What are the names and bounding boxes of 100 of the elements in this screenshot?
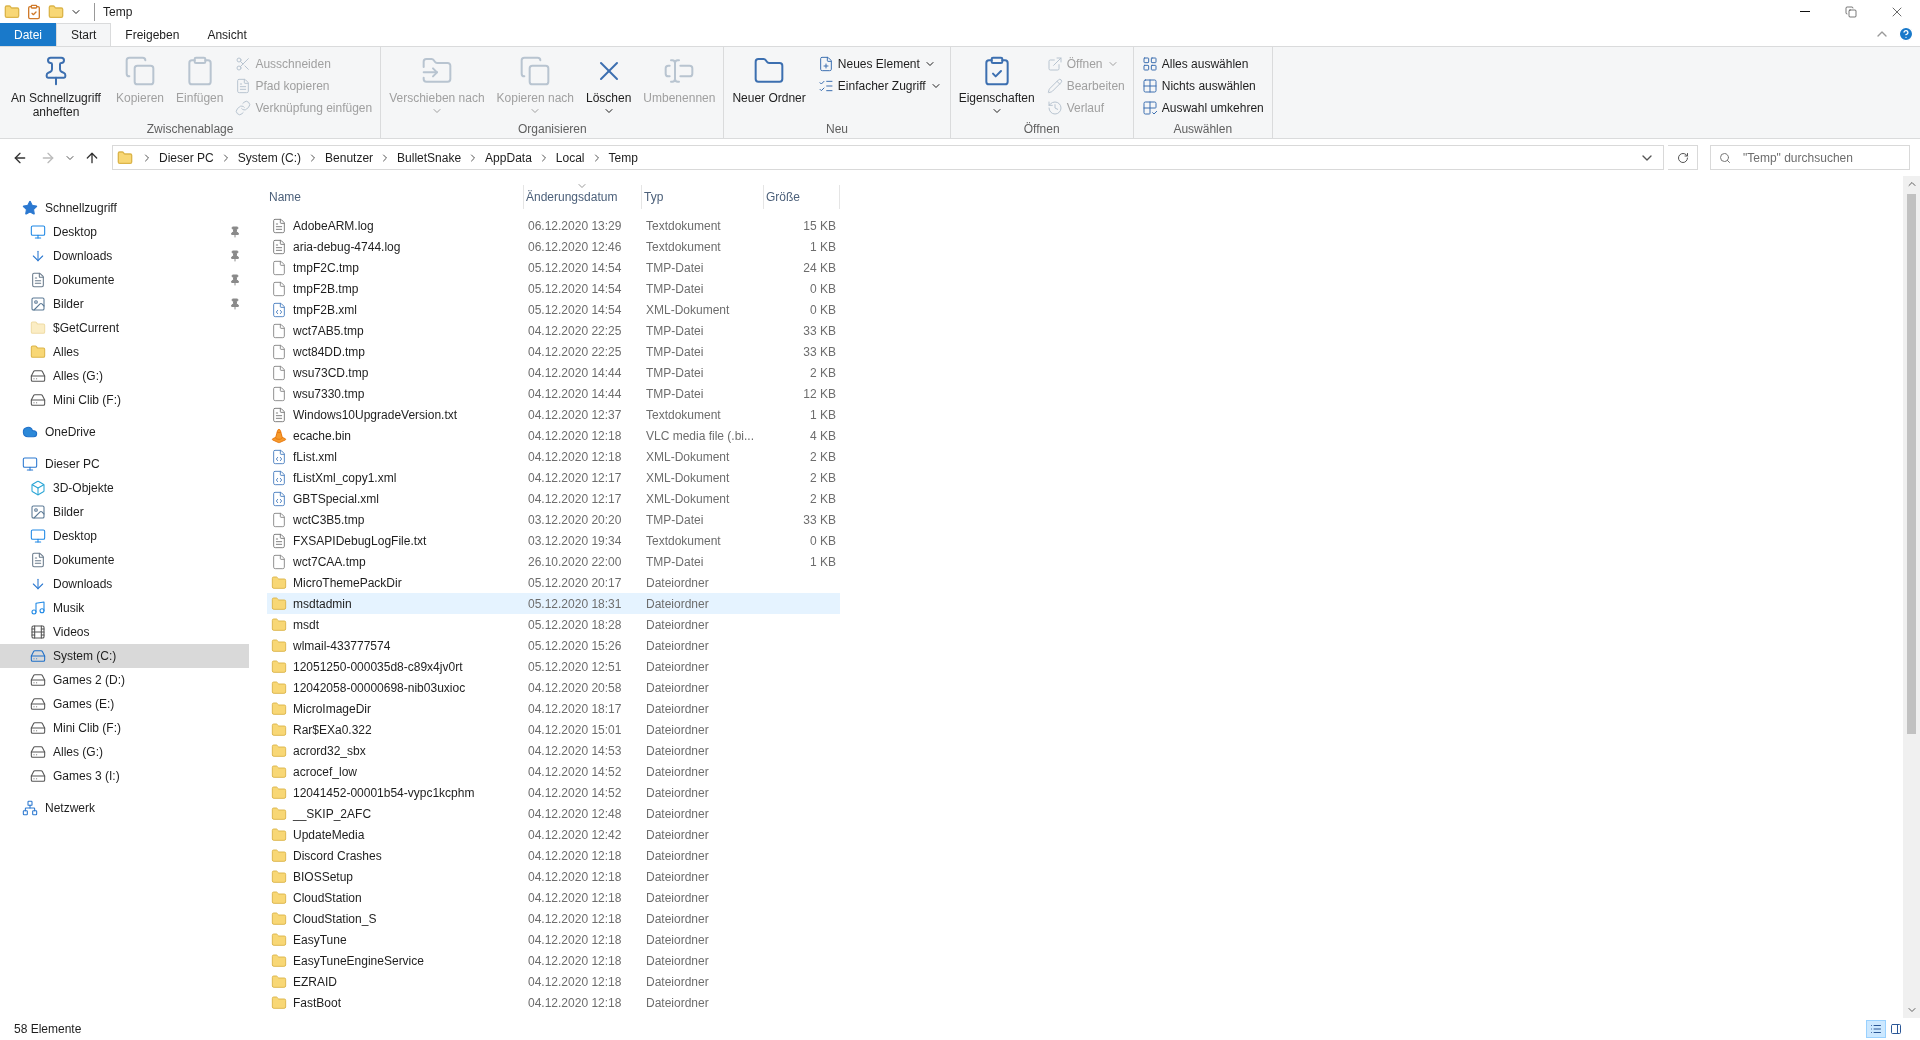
file-row[interactable]: Discord Crashes 04.12.2020 12:18 Dateiordner	[267, 845, 840, 866]
music-note-icon	[30, 600, 46, 616]
file-row[interactable]: EasyTune 04.12.2020 12:18 Dateiordner	[267, 929, 840, 950]
ribbon-button[interactable]: Löschen	[582, 51, 636, 117]
file-row[interactable]: msdt 05.12.2020 18:28 Dateiordner	[267, 614, 840, 635]
file-row[interactable]: 12051250-000035d8-c89x4jv0rt 05.12.2020 12:51 Dateiordner	[267, 656, 840, 677]
file-row[interactable]: wct7CAA.tmp 26.10.2020 22:00 TMP-Datei 1 KB	[267, 551, 840, 572]
ribbon-tab[interactable]: Ansicht	[193, 23, 261, 46]
tree-item[interactable]: Alles (G:)	[0, 740, 249, 764]
ribbon-button[interactable]: Eigenschaften	[954, 51, 1039, 117]
breadcrumb[interactable]: System (C:)	[235, 148, 304, 167]
file-row[interactable]: UpdateMedia 04.12.2020 12:42 Dateiordner	[267, 824, 840, 845]
ribbon-button[interactable]: Einfacher Zugriff	[813, 75, 946, 97]
breadcrumb[interactable]: Temp	[606, 148, 640, 167]
tree-item[interactable]: Games 3 (I:)	[0, 764, 249, 788]
file-row[interactable]: tmpF2B.xml 05.12.2020 14:54 XML-Dokument 0 KB	[267, 299, 840, 320]
file-row[interactable]: FXSAPIDebugLogFile.txt 03.12.2020 19:34 Textdokument 0 KB	[267, 530, 840, 551]
file-row[interactable]: EZRAID 04.12.2020 12:18 Dateiordner	[267, 971, 840, 992]
breadcrumb[interactable]: Dieser PC	[157, 148, 216, 167]
tree-item[interactable]: Desktop	[0, 524, 249, 548]
file-row[interactable]: FastBoot 04.12.2020 12:18 Dateiordner	[267, 992, 840, 1013]
tree-item[interactable]: Musik	[0, 596, 249, 620]
help-icon[interactable]	[1898, 26, 1914, 42]
folder-icon[interactable]	[48, 3, 64, 20]
search-field[interactable]: "Temp" durchsuchen	[1743, 148, 1901, 167]
ribbon-button[interactable]: Neues Element	[813, 53, 946, 75]
tree-item[interactable]: Alles (G:)	[0, 364, 249, 388]
view-button[interactable]	[1866, 1020, 1886, 1038]
column-header[interactable]: Größe	[764, 185, 840, 209]
file-row[interactable]: fListXml_copy1.xml 04.12.2020 12:17 XML-Dokument 2 KB	[267, 467, 840, 488]
file-row[interactable]: MicroThemePackDir 05.12.2020 20:17 Dateiordner	[267, 572, 840, 593]
tree-item[interactable]: Dokumente	[0, 548, 249, 572]
file-row[interactable]: AdobeARM.log 06.12.2020 13:29 Textdokument 15 KB	[267, 215, 840, 236]
tree-item[interactable]: Mini Clib (F:)	[0, 388, 249, 412]
tree-item[interactable]: Videos	[0, 620, 249, 644]
tree-item[interactable]: Downloads	[0, 572, 249, 596]
tree-item[interactable]: OneDrive	[0, 420, 249, 444]
tree-item[interactable]: 3D-Objekte	[0, 476, 249, 500]
file-row[interactable]: acrocef_low 04.12.2020 14:52 Dateiordner	[267, 761, 840, 782]
tree-item[interactable]: Netzwerk	[0, 796, 249, 820]
breadcrumb[interactable]: Benutzer	[323, 148, 376, 167]
file-row[interactable]: CloudStation 04.12.2020 12:18 Dateiordner	[267, 887, 840, 908]
tree-item[interactable]: Dieser PC	[0, 452, 249, 476]
ribbon-tab[interactable]: Datei	[0, 23, 56, 46]
tree-item[interactable]: Schnellzugriff	[0, 196, 249, 220]
file-row[interactable]: 12042058-00000698-nib03uxioc 04.12.2020 20:58 Dateiordner	[267, 677, 840, 698]
file-row[interactable]: fList.xml 04.12.2020 12:18 XML-Dokument 2 KB	[267, 446, 840, 467]
tree-item[interactable]: Alles	[0, 340, 249, 364]
breadcrumb[interactable]: Local	[553, 148, 587, 167]
file-row[interactable]: CloudStation_S 04.12.2020 12:18 Dateiordner	[267, 908, 840, 929]
file-row[interactable]: __SKIP_2AFC 04.12.2020 12:48 Dateiordner	[267, 803, 840, 824]
address-bar[interactable]: Dieser PC System (C:) Benutzer BulletSnake AppData Local Temp	[112, 145, 1664, 170]
refresh-button[interactable]	[1668, 145, 1698, 170]
ribbon-button[interactable]: An Schnellzugriff anheften	[4, 51, 108, 119]
tree-item[interactable]: Dokumente	[0, 268, 249, 292]
file-row[interactable]: msdtadmin 05.12.2020 18:31 Dateiordner	[267, 593, 840, 614]
breadcrumb[interactable]: AppData	[483, 148, 534, 167]
ribbon-button[interactable]: Auswahl umkehren	[1137, 97, 1268, 119]
tree-item[interactable]: Mini Clib (F:)	[0, 716, 249, 740]
tree-item[interactable]: Games 2 (D:)	[0, 668, 249, 692]
file-row[interactable]: wct84DD.tmp 04.12.2020 22:25 TMP-Datei 33 KB	[267, 341, 840, 362]
scrollbar[interactable]	[1903, 176, 1920, 1018]
file-row[interactable]: 12041452-00001b54-vypc1kcphm 04.12.2020 14:52 Dateiordner	[267, 782, 840, 803]
breadcrumb[interactable]: BulletSnake	[395, 148, 464, 167]
file-row[interactable]: Rar$EXa0.322 04.12.2020 15:01 Dateiordner	[267, 719, 840, 740]
tree-item[interactable]: Games (E:)	[0, 692, 249, 716]
file-row[interactable]: Windows10UpgradeVersion.txt 04.12.2020 12:37 Textdokument 1 KB	[267, 404, 840, 425]
tree-item[interactable]: Bilder	[0, 292, 249, 316]
file-row[interactable]: MicroImageDir 04.12.2020 18:17 Dateiordner	[267, 698, 840, 719]
ribbon-button[interactable]: Nichts auswählen	[1137, 75, 1268, 97]
file-row[interactable]: aria-debug-4744.log 06.12.2020 12:46 Textdokument 1 KB	[267, 236, 840, 257]
tree-item[interactable]: Bilder	[0, 500, 249, 524]
ribbon-button[interactable]: Neuer Ordner	[728, 51, 810, 105]
details-view-icon	[1870, 1023, 1882, 1035]
file-row[interactable]: wctC3B5.tmp 03.12.2020 20:20 TMP-Datei 33 KB	[267, 509, 840, 530]
column-header[interactable]: Änderungsdatum	[524, 185, 642, 209]
file-row[interactable]: tmpF2B.tmp 05.12.2020 14:54 TMP-Datei 0 KB	[267, 278, 840, 299]
file-row[interactable]: GBTSpecial.xml 04.12.2020 12:17 XML-Dokument 2 KB	[267, 488, 840, 509]
file-row[interactable]: acrord32_sbx 04.12.2020 14:53 Dateiordner	[267, 740, 840, 761]
file-row[interactable]: ecache.bin 04.12.2020 12:18 VLC media file (.bi... 4 KB	[267, 425, 840, 446]
file-row[interactable]: tmpF2C.tmp 05.12.2020 14:54 TMP-Datei 24 KB	[267, 257, 840, 278]
file-row[interactable]: BIOSSetup 04.12.2020 12:18 Dateiordner	[267, 866, 840, 887]
column-header[interactable]: Name	[267, 185, 524, 209]
properties-icon[interactable]	[26, 3, 42, 20]
ribbon-tab[interactable]: Start	[56, 23, 112, 46]
file-row[interactable]: wct7AB5.tmp 04.12.2020 22:25 TMP-Datei 33 KB	[267, 320, 840, 341]
tree-item[interactable]: Downloads	[0, 244, 249, 268]
tree-item[interactable]: $GetCurrent	[0, 316, 249, 340]
date-cell-text: 03.12.2020 19:34	[527, 532, 623, 550]
file-row[interactable]: wsu7330.tmp 04.12.2020 14:44 TMP-Datei 12 KB	[267, 383, 840, 404]
search-box[interactable]: "Temp" durchsuchen	[1710, 145, 1910, 170]
folder-icon[interactable]	[4, 3, 20, 20]
tree-item[interactable]: System (C:)	[0, 644, 249, 668]
file-row[interactable]: wsu73CD.tmp 04.12.2020 14:44 TMP-Datei 2 KB	[267, 362, 840, 383]
column-header[interactable]: Typ	[642, 185, 764, 209]
tree-item[interactable]: Desktop	[0, 220, 249, 244]
ribbon-tab[interactable]: Freigeben	[111, 23, 194, 46]
file-row[interactable]: wlmail-433777574 05.12.2020 15:26 Dateiordner	[267, 635, 840, 656]
file-row[interactable]: EasyTuneEngineService 04.12.2020 12:18 Dateiordner	[267, 950, 840, 971]
ribbon-button[interactable]: Alles auswählen	[1137, 53, 1268, 75]
